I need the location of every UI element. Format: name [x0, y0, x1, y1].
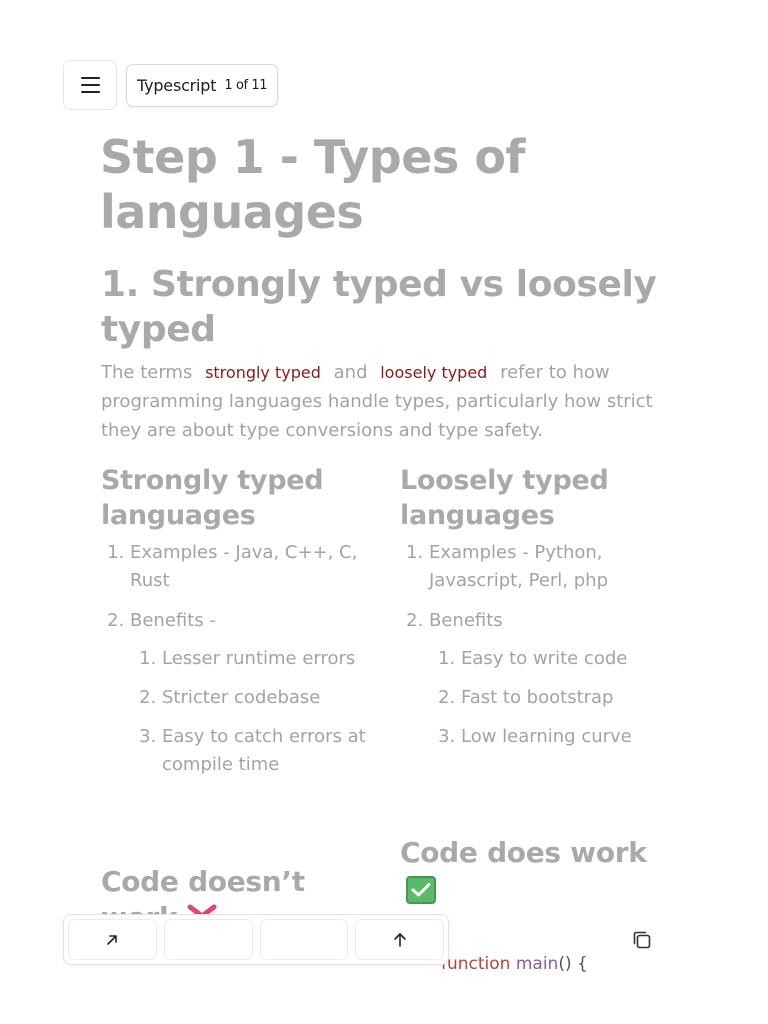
loosely-typed-heading: Loosely typed languages [400, 465, 609, 531]
scroll-top-button[interactable] [355, 919, 444, 960]
arrow-up-right-icon [107, 934, 118, 945]
hamburger-icon [80, 77, 100, 93]
strongly-typed-examples: Examples - Java, C++, C, Rust [130, 542, 358, 591]
page-title: Step 1 - Types of languages [100, 130, 525, 239]
list-item: Easy to catch errors at compile time [162, 723, 391, 779]
previous-button[interactable] [163, 919, 253, 960]
loosely-typed-column: Loosely typed languages Examples - Pytho… [400, 463, 690, 763]
loosely-typed-examples: Examples - Python, Javascript, Perl, php [429, 542, 609, 591]
inline-code-loosely-typed: loosely typed [373, 363, 495, 382]
strongly-typed-column: Strongly typed languages Examples - Java… [101, 463, 391, 791]
code-keyword: function [441, 954, 511, 974]
check-mark-icon [406, 876, 436, 904]
arrow-up-icon [393, 932, 406, 947]
list-item: Easy to write code [461, 645, 690, 673]
intro-middle: and [333, 362, 368, 383]
next-button[interactable] [259, 919, 349, 960]
strongly-typed-list: Examples - Java, C++, C, Rust Benefits -… [101, 539, 391, 779]
code-function-name: main [515, 954, 559, 974]
loosely-typed-benefits: Easy to write code Fast to bootstrap Low… [429, 645, 690, 751]
loosely-typed-list: Examples - Python, Javascript, Perl, php… [400, 539, 690, 751]
loosely-typed-benefits-label: Benefits [429, 610, 503, 631]
list-item: Fast to bootstrap [461, 684, 690, 712]
inline-code-strongly-typed: strongly typed [198, 363, 328, 382]
list-item: Examples - Python, Javascript, Perl, php [429, 539, 690, 595]
list-item: Lesser runtime errors [162, 645, 391, 673]
expand-button[interactable] [68, 919, 157, 960]
strongly-typed-benefits-label: Benefits - [130, 610, 216, 631]
code-doesnt-work-heading: Code doesn’t work [101, 865, 305, 914]
copy-button[interactable] [630, 928, 654, 952]
list-item: Examples - Java, C++, C, Rust [130, 539, 391, 595]
code-does-work-heading: Code does work [400, 836, 647, 869]
intro-paragraph: The terms strongly typed and loosely typ… [101, 358, 676, 445]
section-title: 1. Strongly typed vs loosely typed [101, 264, 657, 350]
code-rest: () { [558, 954, 588, 974]
intro-prefix: The terms [101, 362, 193, 383]
list-item: Low learning curve [461, 723, 690, 751]
list-item: Stricter codebase [162, 684, 391, 712]
document-title: Typescript [137, 76, 217, 95]
copy-icon [633, 931, 651, 949]
strongly-typed-benefits: Lesser runtime errors Stricter codebase … [130, 645, 391, 779]
page-counter: 1 of 11 [224, 78, 268, 93]
menu-button[interactable] [63, 60, 117, 110]
document-selector[interactable]: Typescript 1 of 11 [126, 64, 279, 107]
list-item: Benefits - Lesser runtime errors Stricte… [130, 607, 391, 779]
bottom-toolbar [63, 914, 449, 965]
strongly-typed-heading: Strongly typed languages [101, 465, 324, 531]
code-snippet-line: function main() { [441, 952, 588, 976]
list-item: Benefits Easy to write code Fast to boot… [429, 607, 690, 751]
